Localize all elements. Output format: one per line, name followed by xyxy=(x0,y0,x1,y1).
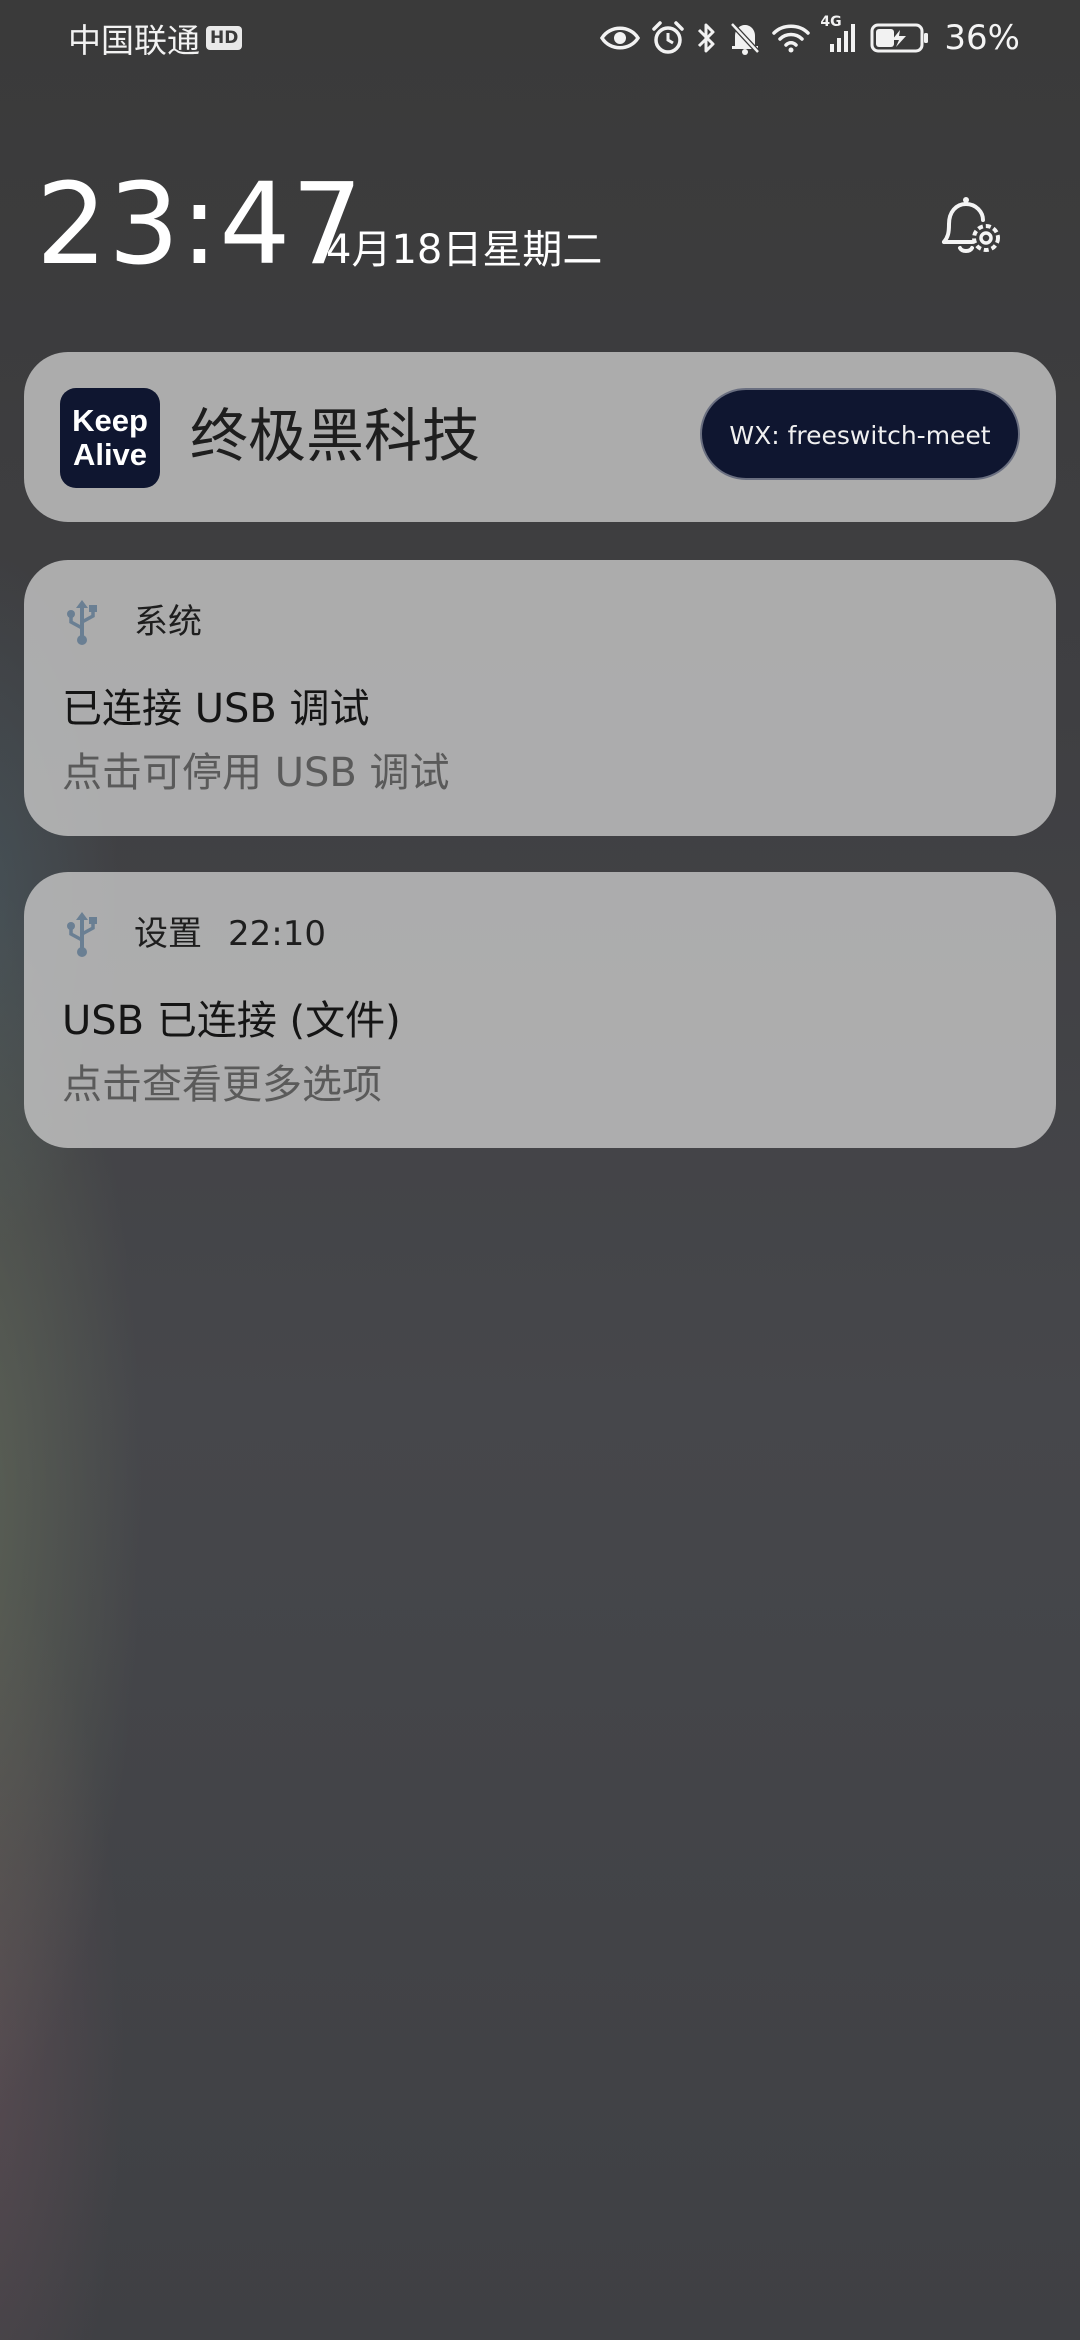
notification-text: 点击查看更多选项 xyxy=(62,1062,382,1108)
eye-icon xyxy=(600,23,641,53)
status-icons: 4G 36% xyxy=(600,14,1020,60)
notification-app-name: 设置 xyxy=(134,914,202,954)
cellular-signal-icon: 4G xyxy=(820,14,860,56)
notification-title: 已连接 USB 调试 xyxy=(62,686,370,732)
app-icon-line2: Alive xyxy=(72,437,148,472)
carrier-label: 中国联通 xyxy=(68,21,200,60)
battery-charging-icon xyxy=(870,22,930,54)
notification-settings-icon[interactable] xyxy=(934,190,1004,260)
mute-bell-icon xyxy=(728,20,762,56)
notification-source: 系统 xyxy=(134,600,202,644)
usb-debugging-notification-card[interactable]: 系统 已连接 USB 调试 点击可停用 USB 调试 xyxy=(24,560,1056,836)
usb-icon xyxy=(62,598,102,646)
lockscreen-date: 4月18日星期二 xyxy=(326,227,603,273)
battery-percent: 36% xyxy=(944,18,1020,58)
hd-badge: HD xyxy=(206,26,243,50)
bluetooth-icon xyxy=(696,20,718,56)
keepalive-app-icon: Keep Alive xyxy=(60,388,160,488)
wx-contact-button[interactable]: WX: freeswitch-meet xyxy=(700,388,1020,480)
wifi-icon xyxy=(772,22,811,54)
carrier-name: 中国联通 HD xyxy=(68,14,243,62)
notification-source: 设置 22:10 xyxy=(134,912,326,956)
usb-connected-notification-card[interactable]: 设置 22:10 USB 已连接 (文件) 点击查看更多选项 xyxy=(24,872,1056,1148)
alarm-icon xyxy=(650,20,686,56)
status-bar: 中国联通 HD 4G 36% xyxy=(0,0,1080,76)
keepalive-notification-card[interactable]: Keep Alive 终极黑科技 WX: freeswitch-meet xyxy=(24,352,1056,522)
notification-time: 22:10 xyxy=(228,914,326,954)
notification-app-name: 系统 xyxy=(134,602,202,642)
usb-icon xyxy=(62,910,102,958)
notification-title: 终极黑科技 xyxy=(190,402,481,470)
lockscreen-clock: 23:47 xyxy=(36,160,364,290)
notification-title: USB 已连接 (文件) xyxy=(62,998,401,1044)
notification-text: 点击可停用 USB 调试 xyxy=(62,750,450,796)
app-icon-line1: Keep xyxy=(72,403,148,438)
